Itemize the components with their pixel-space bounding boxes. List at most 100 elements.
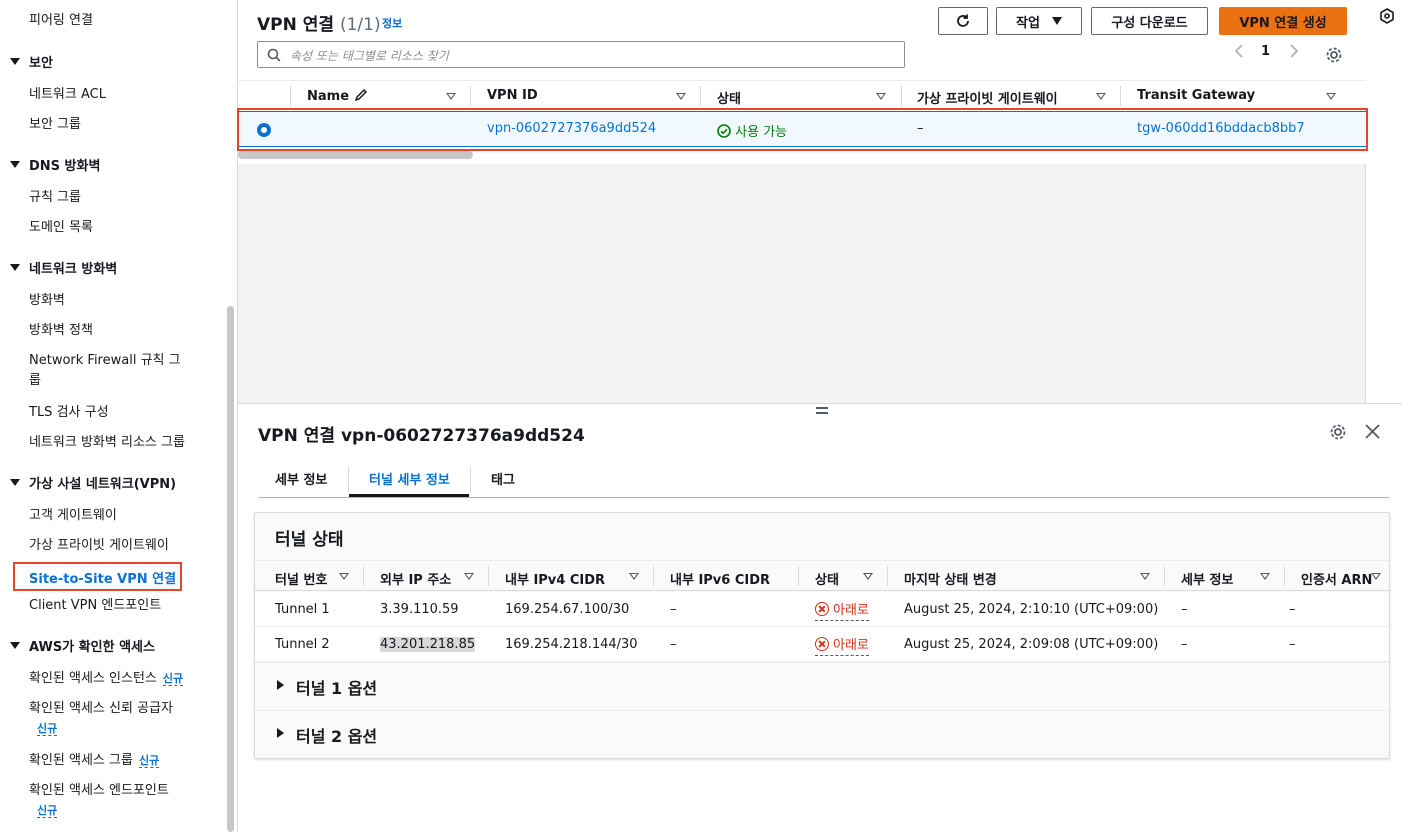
column-status[interactable]: 상태 [815, 569, 839, 588]
highlight-box [237, 108, 1368, 151]
sidebar-item-tls-inspection[interactable]: TLS 검사 구성 [29, 403, 109, 423]
search-placeholder: 속성 또는 태그별로 리소스 찾기 [290, 49, 449, 63]
sidebar-item-peering[interactable]: 피어링 연결 [29, 11, 93, 31]
tunnel-1-options-expander[interactable]: 터널 1 옵션 [255, 662, 1389, 710]
sort-icon[interactable] [1140, 573, 1150, 580]
caret-down-icon [10, 264, 20, 271]
sort-icon[interactable] [464, 573, 474, 580]
sidebar-section-vpn[interactable]: 가상 사설 네트워크(VPN) [10, 475, 176, 495]
column-name[interactable]: Name [307, 88, 368, 104]
cell-last-change: August 25, 2024, 2:10:10 (UTC+09:00) [904, 602, 1159, 617]
tab-tags[interactable]: 태그 [491, 469, 515, 488]
cell-status-down[interactable]: 아래로 [815, 634, 869, 656]
sort-icon[interactable] [1260, 573, 1270, 580]
detail-title: VPN 연결 vpn-0602727376a9dd524 [258, 426, 585, 446]
caret-down-icon [10, 161, 20, 168]
sidebar-section-dns-firewall[interactable]: DNS 방화벽 [10, 157, 100, 177]
sidebar-item-firewalls[interactable]: 방화벽 [29, 291, 65, 311]
sort-icon[interactable] [629, 573, 639, 580]
page-number[interactable]: 1 [1261, 44, 1270, 59]
table-row: Tunnel 2 43.201.218.85 169.254.218.144/3… [255, 627, 1389, 662]
split-panel-gear-icon[interactable] [1329, 423, 1347, 445]
cell-tunnel: Tunnel 2 [275, 637, 330, 652]
column-outside-ip[interactable]: 외부 IP 주소 [380, 569, 451, 588]
sort-icon[interactable] [863, 573, 873, 580]
sidebar-item-nfw-rule-groups[interactable]: Network Firewall 규칙 그룹 [29, 351, 181, 391]
sort-icon[interactable] [1096, 93, 1106, 100]
page-title: VPN 연결 (1/1) [257, 15, 381, 35]
cell-cert-arn: – [1289, 602, 1296, 617]
column-transit-gateway[interactable]: Transit Gateway [1137, 88, 1255, 103]
sidebar-item-site-to-site-vpn[interactable]: Site-to-Site VPN 연결 [13, 562, 182, 591]
caret-down-icon [10, 479, 20, 486]
new-badge: 신규 [37, 722, 58, 736]
refresh-icon [957, 14, 969, 27]
sidebar-item-va-trust-providers[interactable]: 확인된 액세스 신뢰 공급자 신규 [29, 699, 173, 739]
caret-down-icon [10, 642, 20, 649]
tunnel-2-options-expander[interactable]: 터널 2 옵션 [255, 710, 1389, 758]
sort-icon[interactable] [446, 93, 456, 100]
cell-details: – [1181, 602, 1188, 617]
sidebar-item-va-instances[interactable]: 확인된 액세스 인스턴스 신규 [29, 669, 184, 689]
refresh-button[interactable] [938, 7, 988, 35]
sort-icon[interactable] [676, 93, 686, 100]
sidebar-item-rule-groups[interactable]: 규칙 그룹 [29, 188, 81, 208]
active-tab-indicator [349, 494, 469, 497]
vpn-table-header: Name VPN ID 상태 가상 프라이빗 게이트웨이 Transit Gat… [238, 80, 1366, 110]
create-vpn-button[interactable]: VPN 연결 생성 [1219, 7, 1347, 35]
tab-tunnel-details[interactable]: 터널 세부 정보 [369, 469, 450, 488]
sidebar-item-client-vpn[interactable]: Client VPN 엔드포인트 [29, 596, 161, 616]
sidebar-scrollbar[interactable] [227, 306, 234, 832]
side-panel-toggle-icon[interactable] [1379, 8, 1395, 28]
cell-outside-ip: 3.39.110.59 [380, 602, 459, 617]
sidebar-section-verified-access[interactable]: AWS가 확인한 액세스 [10, 638, 155, 658]
column-cert-arn[interactable]: 인증서 ARN [1301, 569, 1372, 588]
next-page-icon[interactable] [1289, 44, 1299, 62]
sidebar-section-network-firewall[interactable]: 네트워크 방화벽 [10, 260, 117, 280]
sort-icon[interactable] [1371, 573, 1381, 580]
preferences-gear-icon[interactable] [1325, 46, 1343, 68]
sidebar-item-domain-lists[interactable]: 도메인 목록 [29, 218, 93, 238]
actions-button[interactable]: 작업 [996, 7, 1082, 35]
column-inside-ipv6[interactable]: 내부 IPv6 CIDR [670, 569, 770, 588]
new-badge: 신규 [138, 754, 160, 768]
sidebar-item-network-acl[interactable]: 네트워크 ACL [29, 85, 106, 105]
error-circle-icon [815, 637, 829, 651]
column-status[interactable]: 상태 [717, 88, 741, 107]
horizontal-scrollbar[interactable] [238, 151, 473, 159]
new-badge: 신규 [162, 672, 184, 686]
tunnel-table-header: 터널 번호 외부 IP 주소 내부 IPv4 CIDR 내부 IPv6 CIDR… [255, 560, 1389, 591]
info-link[interactable]: 정보 [382, 15, 402, 31]
column-inside-ipv4[interactable]: 내부 IPv4 CIDR [505, 569, 605, 588]
close-icon[interactable] [1365, 424, 1380, 443]
download-config-button[interactable]: 구성 다운로드 [1091, 7, 1208, 35]
sidebar-section-security[interactable]: 보안 [10, 54, 53, 74]
cell-tunnel: Tunnel 1 [275, 602, 330, 617]
sidebar-item-va-groups[interactable]: 확인된 액세스 그룹 신규 [29, 751, 160, 771]
sidebar-item-customer-gateways[interactable]: 고객 게이트웨이 [29, 506, 117, 526]
new-badge: 신규 [37, 804, 58, 818]
tab-details[interactable]: 세부 정보 [275, 469, 327, 488]
sort-icon[interactable] [339, 573, 349, 580]
column-vpn-id[interactable]: VPN ID [487, 88, 538, 103]
search-input[interactable]: 속성 또는 태그별로 리소스 찾기 [257, 41, 905, 68]
cell-outside-ip: 43.201.218.85 [380, 637, 476, 652]
cell-cert-arn: – [1289, 637, 1296, 652]
split-panel-divider[interactable] [238, 403, 1402, 404]
column-details[interactable]: 세부 정보 [1181, 569, 1233, 588]
sidebar-item-firewall-policies[interactable]: 방화벽 정책 [29, 321, 93, 341]
sidebar-item-nfw-resource-groups[interactable]: 네트워크 방화벽 리소스 그룹 [29, 433, 185, 453]
column-vgw[interactable]: 가상 프라이빗 게이트웨이 [917, 88, 1058, 107]
column-tunnel-number[interactable]: 터널 번호 [275, 569, 327, 588]
drag-handle-icon[interactable] [816, 407, 828, 415]
sidebar-item-virtual-private-gateways[interactable]: 가상 프라이빗 게이트웨이 [29, 536, 169, 556]
sidebar-item-va-endpoints[interactable]: 확인된 액세스 엔드포인트 신규 [29, 781, 169, 821]
sort-icon[interactable] [876, 93, 886, 100]
prev-page-icon[interactable] [1234, 44, 1244, 62]
error-circle-icon [815, 602, 829, 616]
cell-status-down[interactable]: 아래로 [815, 599, 869, 621]
sidebar-item-security-groups[interactable]: 보안 그룹 [29, 115, 81, 135]
cell-inside-ipv4: 169.254.218.144/30 [505, 637, 638, 652]
sort-icon[interactable] [1326, 93, 1336, 100]
column-last-status-change[interactable]: 마지막 상태 변경 [904, 569, 997, 588]
